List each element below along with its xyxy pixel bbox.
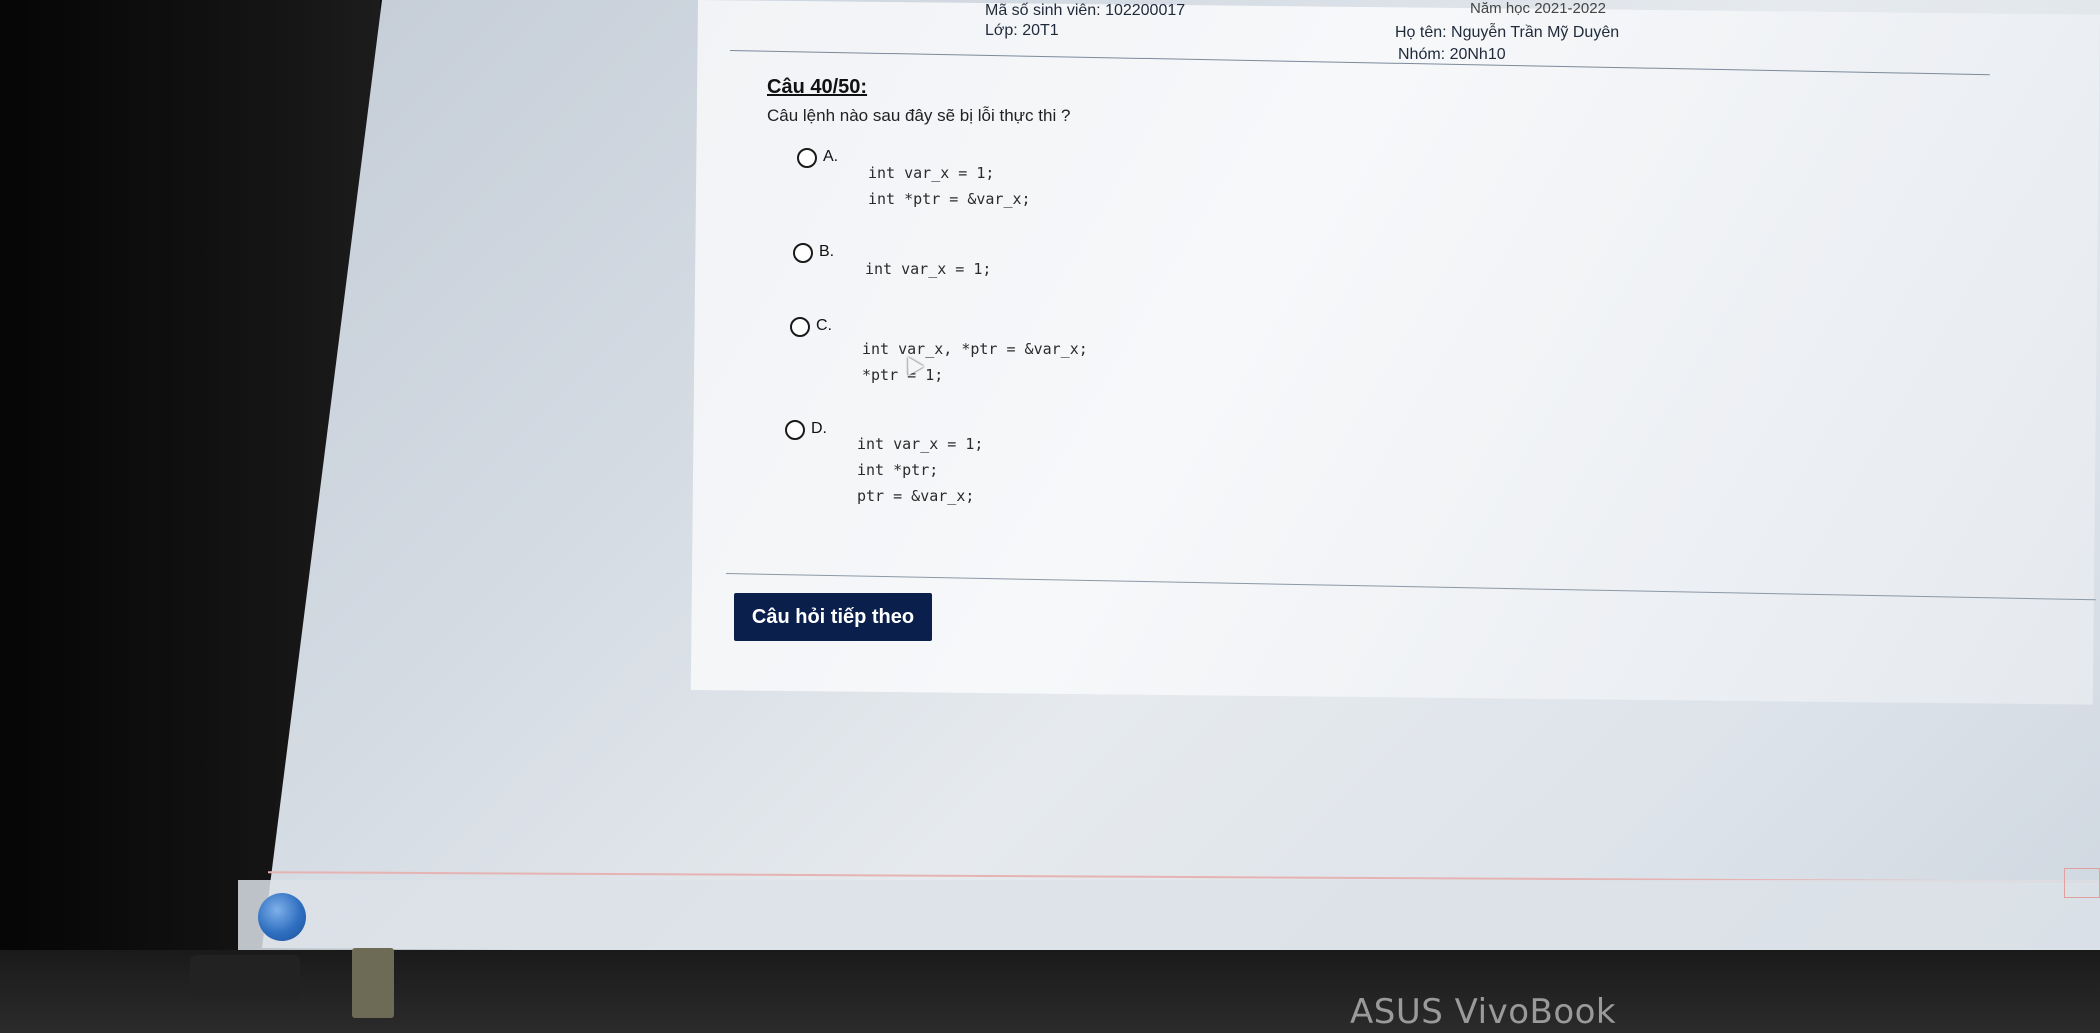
student-id: Mã số sinh viên: 102200017: [985, 2, 1186, 19]
option-a[interactable]: A.: [797, 148, 853, 168]
option-letter: A.: [823, 148, 839, 165]
question-text: Câu lệnh nào sau đây sẽ bị lỗi thực thi …: [767, 106, 1071, 125]
option-b-code: int var_x = 1;: [865, 260, 992, 278]
student-name: Họ tên: Nguyễn Trần Mỹ Duyên: [1395, 24, 1620, 41]
option-letter: B.: [819, 243, 835, 260]
laptop-bezel-bottom: [0, 950, 2100, 1033]
group-info: Nhóm: 20Nh10: [1398, 46, 1506, 63]
device-brand-label: ASUS VivoBook: [1350, 992, 1617, 1032]
class-info: Lớp: 20T1: [985, 22, 1059, 39]
option-c-code: int var_x, *ptr = &var_x; *ptr = 1;: [862, 340, 1088, 384]
radio-option-b[interactable]: [793, 243, 813, 263]
option-d-code: int var_x = 1; int *ptr; ptr = &var_x;: [857, 435, 984, 505]
option-letter: D.: [811, 420, 827, 437]
radio-option-c[interactable]: [790, 317, 810, 337]
start-button-icon[interactable]: [258, 893, 306, 941]
bezel-hinge: [190, 955, 300, 999]
taskbar: [238, 880, 2100, 952]
next-question-button[interactable]: Câu hỏi tiếp theo: [734, 593, 932, 641]
sticker: [352, 948, 394, 1018]
option-b[interactable]: B.: [793, 243, 849, 263]
tray-icon[interactable]: [2064, 868, 2100, 898]
option-c[interactable]: C.: [790, 317, 846, 337]
radio-option-d[interactable]: [785, 420, 805, 440]
radio-option-a[interactable]: [797, 148, 817, 168]
question-number: Câu 40/50:: [767, 76, 868, 98]
option-a-code: int var_x = 1; int *ptr = &var_x;: [868, 164, 1031, 208]
school-year: Năm học 2021-2022: [1470, 0, 1606, 17]
option-d[interactable]: D.: [785, 420, 841, 440]
option-letter: C.: [816, 317, 832, 334]
